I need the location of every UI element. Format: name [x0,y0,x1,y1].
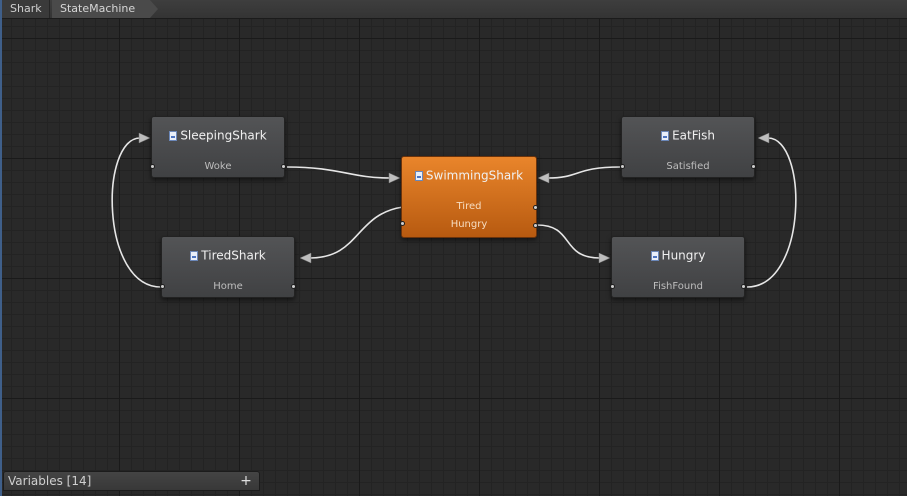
input-port[interactable] [610,284,615,289]
state-node-eatfish[interactable]: EatFish Satisfied [620,116,756,178]
node-title-label: SwimmingShark [425,168,524,183]
arrow-icon [598,252,611,264]
add-variable-button[interactable]: + [239,473,253,489]
output-port-home[interactable] [160,284,165,289]
input-port[interactable] [751,164,756,169]
arrow-icon [537,172,550,184]
node-title: Hungry [612,248,744,263]
node-title: EatFish [622,128,754,143]
input-port[interactable] [150,164,155,169]
state-node-tiredshark[interactable]: TiredShark Home [160,236,296,298]
arrow-icon [299,252,312,264]
transition-satisfied-to-swimmingshark[interactable] [547,166,621,179]
node-title-label: EatFish [672,128,715,143]
script-file-icon [169,130,178,141]
transition-label-woke: Woke [204,161,232,172]
output-port-satisfied[interactable] [620,164,625,169]
transition-woke-to-swimmingshark[interactable] [286,166,391,179]
variables-panel[interactable]: Variables [14] + [3,471,260,491]
output-port-tired[interactable] [533,205,538,210]
output-port-hungry[interactable] [533,223,538,228]
input-port[interactable] [291,284,296,289]
variables-label[interactable]: Variables [14] [8,474,91,488]
state-node-hungry[interactable]: Hungry FishFound [610,236,746,298]
node-title: TiredShark [162,248,294,263]
script-file-icon [661,130,670,141]
script-file-icon [650,250,659,261]
transition-label-home: Home [213,281,243,292]
transition-label-tired: Tired [456,201,482,212]
node-title-label: SleepingShark [180,128,267,143]
output-port-woke[interactable] [281,164,286,169]
script-file-icon [414,170,423,181]
transition-hungry-to-hungry[interactable] [536,224,601,259]
state-node-swimmingshark[interactable]: SwimmingShark Tired Hungry [400,156,538,238]
arrow-icon [138,132,151,144]
node-title: SleepingShark [152,128,284,143]
transition-layer [111,132,797,288]
transition-label-fishfound: FishFound [653,281,703,292]
arrow-icon [757,132,770,144]
node-title-label: Hungry [661,248,706,263]
transition-label-satisfied: Satisfied [666,161,710,172]
script-file-icon [190,250,199,261]
node-title: SwimmingShark [402,168,536,183]
transition-tired-to-tiredshark[interactable] [309,206,404,259]
output-port-fishfound[interactable] [741,284,746,289]
state-node-sleepingshark[interactable]: SleepingShark Woke [150,116,286,178]
transition-label-hungry: Hungry [450,219,488,230]
node-title-label: TiredShark [201,248,266,263]
input-port[interactable] [400,221,405,226]
arrow-icon [388,172,401,184]
